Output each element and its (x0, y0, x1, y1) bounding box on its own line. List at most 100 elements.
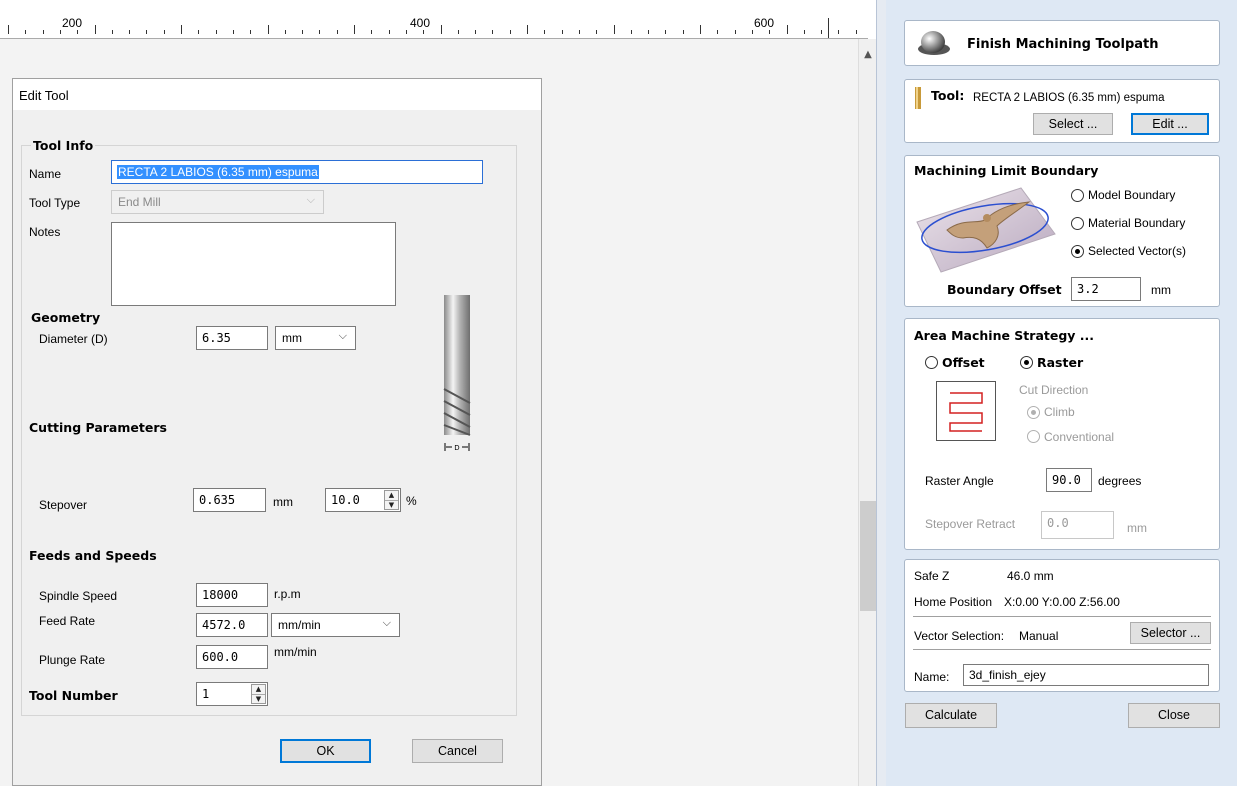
spin-up-icon[interactable]: ▲ (252, 685, 265, 695)
ruler-tick (475, 30, 477, 34)
ruler-tick (682, 30, 684, 34)
tool-label: Tool: (931, 88, 965, 103)
offset-label: Offset (942, 355, 985, 370)
vector-selection-value: Manual (1019, 629, 1059, 643)
ruler-tick (544, 30, 546, 34)
raster-angle-input[interactable]: 90.0 (1046, 468, 1092, 492)
feed-rate-units-select[interactable]: mm/min ⌵ (271, 613, 400, 637)
tool-name-input[interactable]: RECTA 2 LABIOS (6.35 mm) espuma (111, 160, 483, 184)
raster-angle-label: Raster Angle (925, 474, 994, 488)
ruler-label-400: 400 (410, 16, 431, 30)
plunge-rate-input[interactable]: 600.0 (196, 645, 268, 669)
radio-model-boundary[interactable] (1071, 189, 1084, 202)
scrollbar-thumb[interactable] (860, 501, 876, 611)
ruler-tick (42, 30, 44, 34)
ok-button[interactable]: OK (280, 739, 371, 763)
ruler-tick (492, 30, 494, 34)
stepover-retract-input[interactable]: 0.0 (1041, 511, 1114, 539)
cancel-button[interactable]: Cancel (412, 739, 503, 763)
diameter-label: Diameter (D) (39, 332, 108, 346)
ruler-tick (232, 30, 234, 34)
ruler-tick (336, 30, 338, 34)
ruler-tick (786, 25, 788, 34)
scroll-up-icon[interactable]: ▲ (859, 49, 877, 60)
ruler-tick (215, 30, 217, 34)
tool-type-label: Tool Type (29, 196, 81, 210)
raster-angle-unit: degrees (1098, 474, 1142, 488)
tool-number-heading: Tool Number (29, 688, 118, 703)
spin-down-icon[interactable]: ▼ (252, 695, 265, 704)
feed-rate-input[interactable]: 4572.0 (196, 613, 268, 637)
feed-rate-label: Feed Rate (39, 614, 96, 628)
model-boundary-preview-icon (916, 187, 1056, 273)
boundary-offset-label: Boundary Offset (947, 282, 1062, 297)
ruler-tick (665, 30, 667, 34)
stepover-input[interactable]: 0.635 (193, 488, 266, 512)
strategy-card: Area Machine Strategy ... Offset Raster … (904, 318, 1220, 550)
notes-textarea[interactable] (111, 222, 396, 306)
ruler-tick (198, 30, 200, 34)
ruler-tick (267, 25, 269, 34)
end-mill-diagram-icon: D (443, 295, 471, 452)
stepover-retract-unit: mm (1127, 521, 1147, 535)
home-position-label: Home Position (914, 595, 993, 609)
radio-selected-vectors[interactable] (1071, 245, 1084, 258)
select-tool-button[interactable]: Select ... (1033, 113, 1113, 135)
toolpath-name-label: Name: (914, 670, 950, 684)
diameter-units-select[interactable]: mm ⌵ (275, 326, 356, 350)
ruler-tick (129, 30, 131, 34)
dialog-titlebar[interactable]: Edit Tool (13, 79, 541, 110)
radio-conventional[interactable] (1027, 430, 1040, 443)
geometry-heading: Geometry (31, 310, 101, 325)
spindle-speed-input[interactable]: 18000 (196, 583, 268, 607)
boundary-offset-input[interactable]: 3.2 (1071, 277, 1141, 301)
ruler-tick (302, 30, 304, 34)
spin-down-icon[interactable]: ▼ (385, 501, 398, 510)
raster-pattern-icon (936, 381, 996, 441)
radio-raster[interactable] (1020, 356, 1033, 369)
ruler-tick (803, 30, 805, 34)
ruler-tick (163, 30, 165, 34)
ruler-tick (734, 30, 736, 34)
name-label: Name (29, 167, 62, 181)
diameter-input[interactable]: 6.35 (196, 326, 268, 350)
ruler-tick (146, 30, 148, 34)
feed-rate-unit: mm/min (278, 618, 321, 632)
ruler-tick (527, 25, 528, 34)
edit-tool-button[interactable]: Edit ... (1131, 113, 1209, 135)
ruler-tick (94, 25, 96, 34)
radio-material-boundary[interactable] (1071, 217, 1084, 230)
ruler-tick (388, 30, 390, 34)
radio-offset[interactable] (925, 356, 938, 369)
spin-up-icon[interactable]: ▲ (385, 491, 398, 501)
tool-value: RECTA 2 LABIOS (6.35 mm) espuma (973, 92, 1165, 104)
toolpath-name-input[interactable]: 3d_finish_ejey (963, 664, 1209, 686)
chevron-down-icon: ⌵ (382, 617, 391, 629)
notes-label: Notes (29, 225, 61, 239)
tool-number-spinner[interactable]: ▲ ▼ (251, 684, 266, 704)
calculate-button[interactable]: Calculate (905, 703, 997, 728)
radio-climb[interactable] (1027, 406, 1040, 419)
ruler-marker (828, 18, 829, 38)
ruler-tick (509, 30, 511, 34)
ruler-tick (371, 30, 373, 34)
vertical-scrollbar[interactable]: ▲ (858, 39, 877, 786)
close-button[interactable]: Close (1128, 703, 1220, 728)
tool-bit-icon (915, 87, 921, 109)
conventional-label: Conventional (1044, 430, 1115, 444)
cutting-parameters-heading: Cutting Parameters (29, 420, 167, 435)
chevron-down-icon: ⌵ (338, 330, 347, 342)
ruler-tick (181, 25, 182, 34)
tool-card: Tool: RECTA 2 LABIOS (6.35 mm) espuma Se… (904, 79, 1220, 143)
panel-header: Finish Machining Toolpath (904, 20, 1220, 66)
ruler-tick (423, 30, 425, 34)
tool-type-select[interactable]: End Mill ⌵ (111, 190, 324, 214)
ruler-tick (700, 25, 701, 34)
spindle-speed-unit: r.p.m (274, 587, 301, 601)
stepover-percent-spinner[interactable]: ▲ ▼ (384, 490, 399, 510)
boundary-card: Machining Limit Boundary Model Boundary … (904, 155, 1220, 307)
ruler-tick (648, 30, 650, 34)
ruler-tick (457, 30, 459, 34)
selector-button[interactable]: Selector ... (1130, 622, 1211, 644)
cut-direction-label: Cut Direction (1019, 383, 1089, 397)
